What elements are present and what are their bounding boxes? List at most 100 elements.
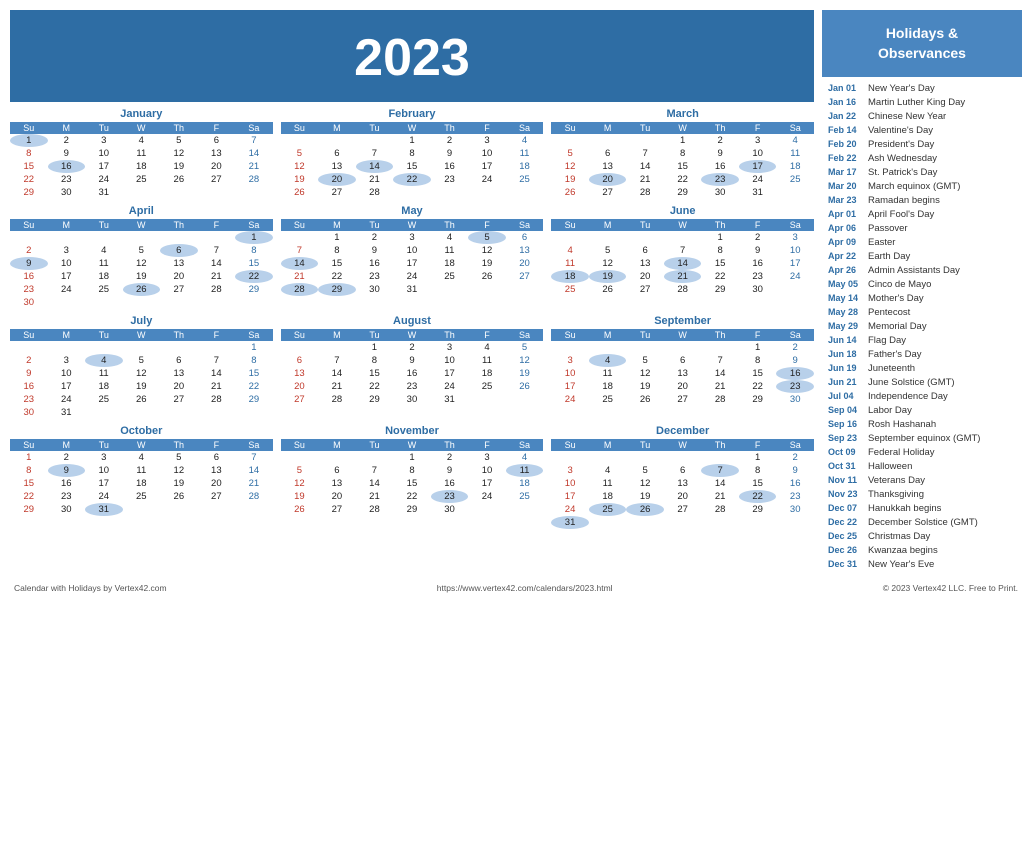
day-cell[interactable]: 18: [123, 160, 161, 173]
day-cell[interactable]: 29: [235, 283, 273, 296]
day-cell[interactable]: 5: [123, 354, 161, 367]
day-cell[interactable]: 23: [48, 490, 86, 503]
day-cell[interactable]: 23: [10, 283, 48, 296]
day-cell[interactable]: 15: [393, 477, 431, 490]
day-cell[interactable]: 15: [739, 477, 777, 490]
day-cell[interactable]: 21: [664, 270, 702, 283]
day-cell[interactable]: 4: [506, 451, 544, 464]
day-cell[interactable]: 24: [739, 173, 777, 186]
day-cell[interactable]: 3: [393, 231, 431, 244]
day-cell[interactable]: 8: [235, 354, 273, 367]
day-cell[interactable]: 12: [589, 257, 627, 270]
day-cell[interactable]: 12: [160, 147, 198, 160]
day-cell[interactable]: 18: [85, 270, 123, 283]
day-cell[interactable]: 28: [701, 503, 739, 516]
day-cell[interactable]: 17: [431, 367, 469, 380]
day-cell[interactable]: 5: [281, 464, 319, 477]
day-cell[interactable]: 11: [589, 367, 627, 380]
day-cell[interactable]: 20: [589, 173, 627, 186]
day-cell[interactable]: 12: [123, 367, 161, 380]
day-cell[interactable]: 7: [701, 354, 739, 367]
day-cell[interactable]: 27: [664, 393, 702, 406]
day-cell[interactable]: 16: [776, 477, 814, 490]
day-cell[interactable]: 5: [160, 134, 198, 147]
day-cell[interactable]: 17: [551, 380, 589, 393]
day-cell[interactable]: 7: [626, 147, 664, 160]
day-cell[interactable]: 30: [431, 503, 469, 516]
day-cell[interactable]: 7: [664, 244, 702, 257]
day-cell[interactable]: 10: [468, 147, 506, 160]
day-cell[interactable]: 21: [235, 160, 273, 173]
day-cell[interactable]: 10: [739, 147, 777, 160]
day-cell[interactable]: 25: [123, 490, 161, 503]
day-cell[interactable]: 14: [198, 257, 236, 270]
day-cell[interactable]: 17: [739, 160, 777, 173]
day-cell[interactable]: 2: [776, 341, 814, 354]
day-cell[interactable]: 30: [739, 283, 777, 296]
day-cell[interactable]: 13: [664, 477, 702, 490]
day-cell[interactable]: 3: [85, 134, 123, 147]
day-cell[interactable]: 21: [626, 173, 664, 186]
day-cell[interactable]: 8: [739, 464, 777, 477]
day-cell[interactable]: 25: [551, 283, 589, 296]
day-cell[interactable]: 21: [198, 270, 236, 283]
day-cell[interactable]: 23: [431, 173, 469, 186]
day-cell[interactable]: 28: [626, 186, 664, 199]
day-cell[interactable]: 26: [551, 186, 589, 199]
day-cell[interactable]: 6: [281, 354, 319, 367]
day-cell[interactable]: 20: [198, 160, 236, 173]
day-cell[interactable]: 29: [318, 283, 356, 296]
day-cell[interactable]: 12: [468, 244, 506, 257]
day-cell[interactable]: 9: [776, 464, 814, 477]
day-cell[interactable]: 2: [701, 134, 739, 147]
day-cell[interactable]: 16: [431, 477, 469, 490]
day-cell[interactable]: 28: [356, 503, 394, 516]
day-cell[interactable]: 12: [123, 257, 161, 270]
day-cell[interactable]: 15: [739, 367, 777, 380]
day-cell[interactable]: 28: [198, 393, 236, 406]
day-cell[interactable]: 30: [776, 393, 814, 406]
day-cell[interactable]: 22: [235, 270, 273, 283]
day-cell[interactable]: 9: [701, 147, 739, 160]
day-cell[interactable]: 8: [235, 244, 273, 257]
day-cell[interactable]: 21: [235, 477, 273, 490]
day-cell[interactable]: 3: [431, 341, 469, 354]
day-cell[interactable]: 9: [431, 147, 469, 160]
day-cell[interactable]: 17: [468, 160, 506, 173]
day-cell[interactable]: 31: [393, 283, 431, 296]
day-cell[interactable]: 8: [739, 354, 777, 367]
day-cell[interactable]: 19: [281, 490, 319, 503]
day-cell[interactable]: 13: [626, 257, 664, 270]
day-cell[interactable]: 12: [626, 477, 664, 490]
day-cell[interactable]: 19: [468, 257, 506, 270]
day-cell[interactable]: 22: [739, 380, 777, 393]
day-cell[interactable]: 24: [551, 393, 589, 406]
day-cell[interactable]: 4: [506, 134, 544, 147]
day-cell[interactable]: 3: [468, 451, 506, 464]
day-cell[interactable]: 30: [10, 296, 48, 309]
day-cell[interactable]: 4: [123, 451, 161, 464]
day-cell[interactable]: 18: [551, 270, 589, 283]
day-cell[interactable]: 13: [198, 464, 236, 477]
day-cell[interactable]: 31: [85, 503, 123, 516]
day-cell[interactable]: 3: [48, 354, 86, 367]
day-cell[interactable]: 26: [160, 173, 198, 186]
day-cell[interactable]: 23: [701, 173, 739, 186]
day-cell[interactable]: 22: [235, 380, 273, 393]
day-cell[interactable]: 1: [393, 451, 431, 464]
day-cell[interactable]: 20: [318, 490, 356, 503]
day-cell[interactable]: 18: [506, 160, 544, 173]
day-cell[interactable]: 11: [85, 257, 123, 270]
day-cell[interactable]: 10: [431, 354, 469, 367]
day-cell[interactable]: 30: [48, 503, 86, 516]
day-cell[interactable]: 11: [776, 147, 814, 160]
day-cell[interactable]: 5: [160, 451, 198, 464]
day-cell[interactable]: 19: [160, 160, 198, 173]
day-cell[interactable]: 24: [431, 380, 469, 393]
day-cell[interactable]: 4: [123, 134, 161, 147]
day-cell[interactable]: 4: [589, 464, 627, 477]
day-cell[interactable]: 8: [318, 244, 356, 257]
day-cell[interactable]: 9: [431, 464, 469, 477]
day-cell[interactable]: 27: [160, 283, 198, 296]
day-cell[interactable]: 3: [551, 354, 589, 367]
